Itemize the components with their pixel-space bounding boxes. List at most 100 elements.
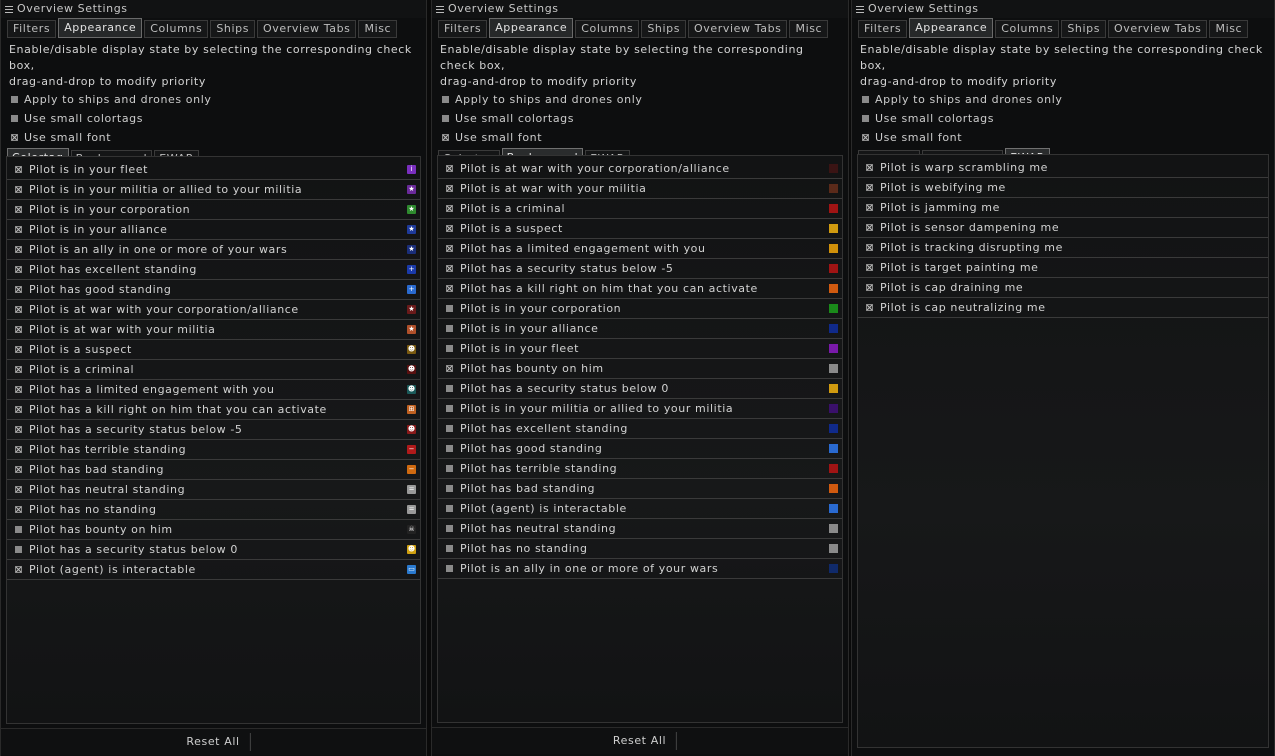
row-checkbox[interactable] [15, 305, 22, 313]
list-item[interactable]: Pilot is a suspect [438, 219, 842, 239]
row-checkbox[interactable] [446, 204, 453, 212]
list-item[interactable]: Pilot has neutral standing [438, 519, 842, 539]
row-checkbox[interactable] [15, 425, 22, 433]
row-checkbox[interactable] [446, 164, 453, 172]
option-checkbox[interactable] [862, 133, 869, 141]
list-item[interactable]: Pilot has terrible standing [438, 459, 842, 479]
row-checkbox[interactable] [446, 264, 453, 272]
option-checkbox[interactable] [11, 114, 18, 122]
row-checkbox[interactable] [446, 224, 453, 232]
row-checkbox[interactable] [15, 365, 22, 373]
row-checkbox[interactable] [15, 245, 22, 253]
row-checkbox[interactable] [446, 304, 453, 312]
list-item[interactable]: Pilot has a security status below -5 [438, 259, 842, 279]
list-item[interactable]: Pilot has bad standing − [7, 460, 420, 480]
option-checkbox[interactable] [862, 95, 869, 103]
reset-all-button[interactable]: Reset All [603, 732, 678, 750]
menu-icon[interactable] [5, 5, 13, 13]
menu-icon[interactable] [856, 5, 864, 13]
row-checkbox[interactable] [15, 285, 22, 293]
list-item[interactable]: Pilot is in your militia or allied to yo… [438, 399, 842, 419]
tab-ships[interactable]: Ships [641, 20, 687, 38]
row-checkbox[interactable] [15, 265, 22, 273]
list-item[interactable]: Pilot is target painting me [858, 258, 1268, 278]
list-item[interactable]: Pilot is in your corporation [438, 299, 842, 319]
list-item[interactable]: Pilot is in your fleet i [7, 160, 420, 180]
row-checkbox[interactable] [15, 165, 22, 173]
row-checkbox[interactable] [15, 385, 22, 393]
list-item[interactable]: Pilot has neutral standing = [7, 480, 420, 500]
reset-all-button[interactable]: Reset All [176, 733, 251, 751]
tab-filters[interactable]: Filters [858, 20, 908, 38]
list-item[interactable]: Pilot has good standing [438, 439, 842, 459]
list-item[interactable]: Pilot is an ally in one or more of your … [438, 559, 842, 579]
option-apply-to-ships-and-drones-only[interactable]: Apply to ships and drones only [432, 90, 848, 109]
row-checkbox[interactable] [15, 445, 22, 453]
list-item[interactable]: Pilot has bad standing [438, 479, 842, 499]
list-item[interactable]: Pilot is webifying me [858, 178, 1268, 198]
list-item[interactable]: Pilot is in your militia or allied to yo… [7, 180, 420, 200]
tab-overview-tabs[interactable]: Overview Tabs [257, 20, 357, 38]
row-checkbox[interactable] [446, 404, 453, 412]
tab-columns[interactable]: Columns [995, 20, 1060, 38]
tab-overview-tabs[interactable]: Overview Tabs [688, 20, 788, 38]
tab-columns[interactable]: Columns [144, 20, 209, 38]
row-checkbox[interactable] [866, 223, 873, 231]
list-item[interactable]: Pilot is in your corporation ★ [7, 200, 420, 220]
list-item[interactable]: Pilot is a suspect ☻ [7, 340, 420, 360]
list-item[interactable]: Pilot has a kill right on him that you c… [7, 400, 420, 420]
row-checkbox[interactable] [15, 545, 22, 553]
list-item[interactable]: Pilot is at war with your corporation/al… [7, 300, 420, 320]
row-checkbox[interactable] [446, 424, 453, 432]
tab-misc[interactable]: Misc [789, 20, 829, 38]
list-item[interactable]: Pilot is tracking disrupting me [858, 238, 1268, 258]
option-use-small-font[interactable]: Use small font [852, 128, 1274, 147]
row-checkbox[interactable] [15, 325, 22, 333]
list-item[interactable]: Pilot has a security status below -5 ☻ [7, 420, 420, 440]
tab-appearance[interactable]: Appearance [58, 18, 143, 38]
list-item[interactable]: Pilot is cap neutralizing me [858, 298, 1268, 318]
row-checkbox[interactable] [446, 364, 453, 372]
tab-misc[interactable]: Misc [358, 20, 398, 38]
row-checkbox[interactable] [446, 244, 453, 252]
row-checkbox[interactable] [866, 243, 873, 251]
list-item[interactable]: Pilot is in your alliance ★ [7, 220, 420, 240]
list-item[interactable]: Pilot has a limited engagement with you ☻ [7, 380, 420, 400]
option-use-small-font[interactable]: Use small font [432, 128, 848, 147]
row-checkbox[interactable] [866, 183, 873, 191]
row-checkbox[interactable] [15, 485, 22, 493]
row-checkbox[interactable] [15, 465, 22, 473]
row-checkbox[interactable] [446, 564, 453, 572]
row-checkbox[interactable] [446, 544, 453, 552]
list-item[interactable]: Pilot has terrible standing − [7, 440, 420, 460]
row-checkbox[interactable] [446, 464, 453, 472]
row-checkbox[interactable] [446, 484, 453, 492]
option-checkbox[interactable] [442, 114, 449, 122]
list-item[interactable]: Pilot is an ally in one or more of your … [7, 240, 420, 260]
tab-filters[interactable]: Filters [438, 20, 488, 38]
list-item[interactable]: Pilot is in your fleet [438, 339, 842, 359]
row-checkbox[interactable] [15, 505, 22, 513]
tab-appearance[interactable]: Appearance [909, 18, 994, 38]
list-item[interactable]: Pilot has good standing + [7, 280, 420, 300]
option-checkbox[interactable] [442, 133, 449, 141]
option-use-small-colortags[interactable]: Use small colortags [1, 109, 426, 128]
row-checkbox[interactable] [15, 345, 22, 353]
list-item[interactable]: Pilot is sensor dampening me [858, 218, 1268, 238]
list-item[interactable]: Pilot is a criminal ☻ [7, 360, 420, 380]
row-checkbox[interactable] [866, 303, 873, 311]
row-checkbox[interactable] [866, 163, 873, 171]
row-checkbox[interactable] [866, 203, 873, 211]
list-item[interactable]: Pilot has excellent standing [438, 419, 842, 439]
row-checkbox[interactable] [15, 225, 22, 233]
option-checkbox[interactable] [11, 95, 18, 103]
row-checkbox[interactable] [15, 525, 22, 533]
list-item[interactable]: Pilot is at war with your militia [438, 179, 842, 199]
tab-appearance[interactable]: Appearance [489, 18, 574, 38]
row-checkbox[interactable] [446, 324, 453, 332]
list-item[interactable]: Pilot has no standing [438, 539, 842, 559]
list-item[interactable]: Pilot has a limited engagement with you [438, 239, 842, 259]
tab-overview-tabs[interactable]: Overview Tabs [1108, 20, 1208, 38]
list-item[interactable]: Pilot has a security status below 0 ☻ [7, 540, 420, 560]
row-checkbox[interactable] [15, 205, 22, 213]
